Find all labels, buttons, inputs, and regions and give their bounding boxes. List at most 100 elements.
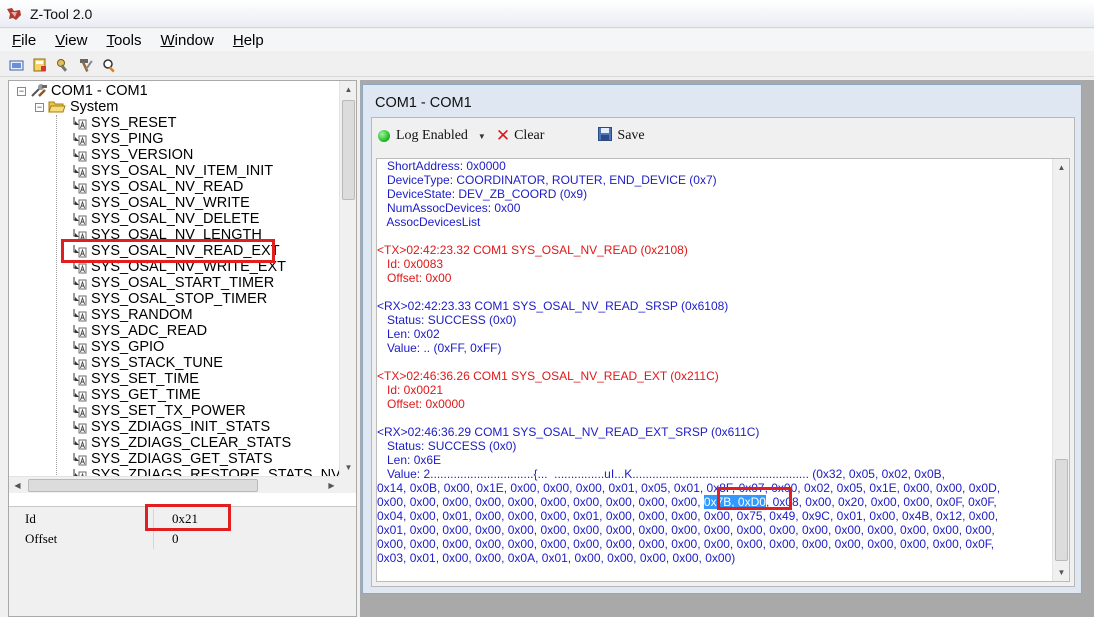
tree-item-sys-reset[interactable]: SYS_RESET [73,115,176,131]
command-leaf-icon [73,309,87,322]
tools-icon[interactable] [54,56,72,74]
log-line-rx: 0x01, 0x00, 0x00, 0x00, 0x00, 0x00, 0x00… [377,523,995,537]
tree-item-sys-osal-stop-timer[interactable]: SYS_OSAL_STOP_TIMER [73,291,267,307]
log-enabled-button[interactable]: Log Enabled ▼ [378,128,486,144]
save-config-icon[interactable] [31,56,49,74]
tree-item-sys-zdiags-init-stats[interactable]: SYS_ZDIAGS_INIT_STATS [73,419,270,435]
tree-item-label: SYS_ZDIAGS_CLEAR_STATS [91,435,292,451]
tree-item-label: SYS_OSAL_NV_LENGTH [91,227,262,243]
scroll-thumb[interactable] [342,100,355,200]
command-leaf-icon [73,165,87,178]
tree-item-label: SYS_SET_TX_POWER [91,403,246,419]
menu-bar: File View Tools Window Help [0,29,1094,51]
tree-item-sys-zdiags-clear-stats[interactable]: SYS_ZDIAGS_CLEAR_STATS [73,435,291,451]
title-bar: Z-Tool 2.0 [0,0,1094,28]
scroll-down-icon[interactable]: ▼ [1053,564,1069,581]
menu-view[interactable]: View [43,32,94,49]
tree-item-sys-osal-nv-delete[interactable]: SYS_OSAL_NV_DELETE [73,211,259,227]
clear-button[interactable]: ✕ Clear [496,126,545,146]
main-toolbar [0,53,1094,77]
menu-file[interactable]: File [0,32,43,49]
menu-window[interactable]: Window [148,32,220,49]
scroll-thumb[interactable] [1055,459,1068,561]
scroll-right-icon[interactable]: ▶ [323,477,340,494]
log-output[interactable]: ShortAddress: 0x0000 DeviceType: COORDIN… [376,158,1070,582]
hammer-icon[interactable] [77,56,95,74]
tree-item-sys-zdiags-get-stats[interactable]: SYS_ZDIAGS_GET_STATS [73,451,273,467]
tree-item-label: SYS_VERSION [91,147,194,163]
log-line-rx: ShortAddress: 0x0000 [377,159,506,173]
tree-item-sys-osal-nv-item-init[interactable]: SYS_OSAL_NV_ITEM_INIT [73,163,273,179]
log-window: COM1 - COM1 Log Enabled ▼ ✕ Clear Save S… [362,84,1082,594]
log-line-tx: <TX>02:42:23.32 COM1 SYS_OSAL_NV_READ (0… [377,243,688,257]
tree-group-system[interactable]: − System [35,99,118,115]
open-icon[interactable] [8,56,26,74]
search-device-icon[interactable] [100,56,118,74]
tree-group-label: System [70,99,119,115]
scroll-left-icon[interactable]: ◀ [9,477,26,494]
tree-item-sys-stack-tune[interactable]: SYS_STACK_TUNE [73,355,223,371]
dropdown-arrow-icon[interactable]: ▼ [478,132,486,141]
command-leaf-icon [73,373,87,386]
collapse-icon[interactable]: − [17,86,26,96]
scroll-thumb[interactable] [28,479,258,492]
tree-item-sys-osal-nv-length[interactable]: SYS_OSAL_NV_LENGTH [73,227,262,243]
log-segment: , 0x08, 0x00, 0x20, 0x00, 0x00, 0x0F, 0x… [765,495,997,509]
tree-item-sys-osal-nv-read[interactable]: SYS_OSAL_NV_READ [73,179,243,195]
tree-item-label: SYS_OSAL_NV_WRITE [91,195,250,211]
save-button[interactable]: Save [598,126,645,146]
log-selection-highlight[interactable]: 0x7B, 0xD0 [703,495,766,509]
log-line-rx: Value: 2...............................{… [377,467,945,481]
tree-item-sys-zdiags-restore-stats-nv[interactable]: SYS_ZDIAGS_RESTORE_STATS_NV [73,467,340,476]
menu-label: ile [21,31,37,49]
log-line-rx: Status: SUCCESS (0x0) [377,313,517,327]
menu-tools[interactable]: Tools [94,32,148,49]
floppy-disk-icon [598,126,613,146]
tree-item-sys-adc-read[interactable]: SYS_ADC_READ [73,323,207,339]
property-value-offset[interactable]: 0 [154,531,179,547]
tree-item-sys-osal-nv-read-ext[interactable]: SYS_OSAL_NV_READ_EXT [73,243,280,259]
tree-item-sys-osal-start-timer[interactable]: SYS_OSAL_START_TIMER [73,275,274,291]
menu-label: iew [64,31,88,49]
tree-item-sys-version[interactable]: SYS_VERSION [73,147,193,163]
tree-item-sys-set-time[interactable]: SYS_SET_TIME [73,371,199,387]
log-line-rx: Value: .. (0xFF, 0xFF) [377,341,502,355]
command-leaf-icon [73,229,87,242]
tree-item-sys-get-time[interactable]: SYS_GET_TIME [73,387,201,403]
tree-item-label: SYS_OSAL_START_TIMER [91,275,275,291]
log-line-tx: Id: 0x0021 [377,383,444,397]
tree-item-sys-ping[interactable]: SYS_PING [73,131,164,147]
command-leaf-icon [73,181,87,194]
mdi-workspace: COM1 - COM1 Log Enabled ▼ ✕ Clear Save S… [360,80,1094,617]
tree-item-sys-random[interactable]: SYS_RANDOM [73,307,193,323]
tree-item-sys-gpio[interactable]: SYS_GPIO [73,339,164,355]
command-leaf-icon [73,437,87,450]
property-row-offset[interactable]: Offset 0 [9,529,356,549]
command-leaf-icon [73,389,87,402]
command-leaf-icon [73,469,87,476]
property-row-id[interactable]: Id 0x21 [9,509,356,529]
property-value-id[interactable]: 0x21 [154,511,198,527]
tree-item-sys-osal-nv-write-ext[interactable]: SYS_OSAL_NV_WRITE_EXT [73,259,286,275]
log-line-rx: Len: 0x02 [377,327,440,341]
scroll-up-icon[interactable]: ▲ [340,81,357,98]
tree-item-sys-set-tx-power[interactable]: SYS_SET_TX_POWER [73,403,246,419]
tree-item-label: SYS_OSAL_NV_WRITE_EXT [91,259,287,275]
tree-horizontal-scrollbar[interactable]: ◀ ▶ [9,476,340,493]
command-leaf-icon [73,325,87,338]
scroll-up-icon[interactable]: ▲ [1053,159,1069,176]
save-label: Save [617,128,645,143]
collapse-icon[interactable]: − [35,102,44,112]
menu-help[interactable]: Help [221,32,271,49]
tree-item-sys-osal-nv-write[interactable]: SYS_OSAL_NV_WRITE [73,195,250,211]
menu-label: indow [174,31,214,49]
menu-label: ools [113,31,142,49]
command-leaf-icon [73,245,87,258]
tree-root-label: COM1 - COM1 [51,83,148,99]
log-vertical-scrollbar[interactable]: ▲ ▼ [1052,159,1069,581]
tree-item-label: SYS_ZDIAGS_GET_STATS [91,451,273,467]
tree-guide-line [56,115,57,476]
tree-root-com1[interactable]: − COM1 - COM1 [17,83,148,99]
scroll-down-icon[interactable]: ▼ [340,459,357,476]
tree-vertical-scrollbar[interactable]: ▲ ▼ [339,81,356,476]
